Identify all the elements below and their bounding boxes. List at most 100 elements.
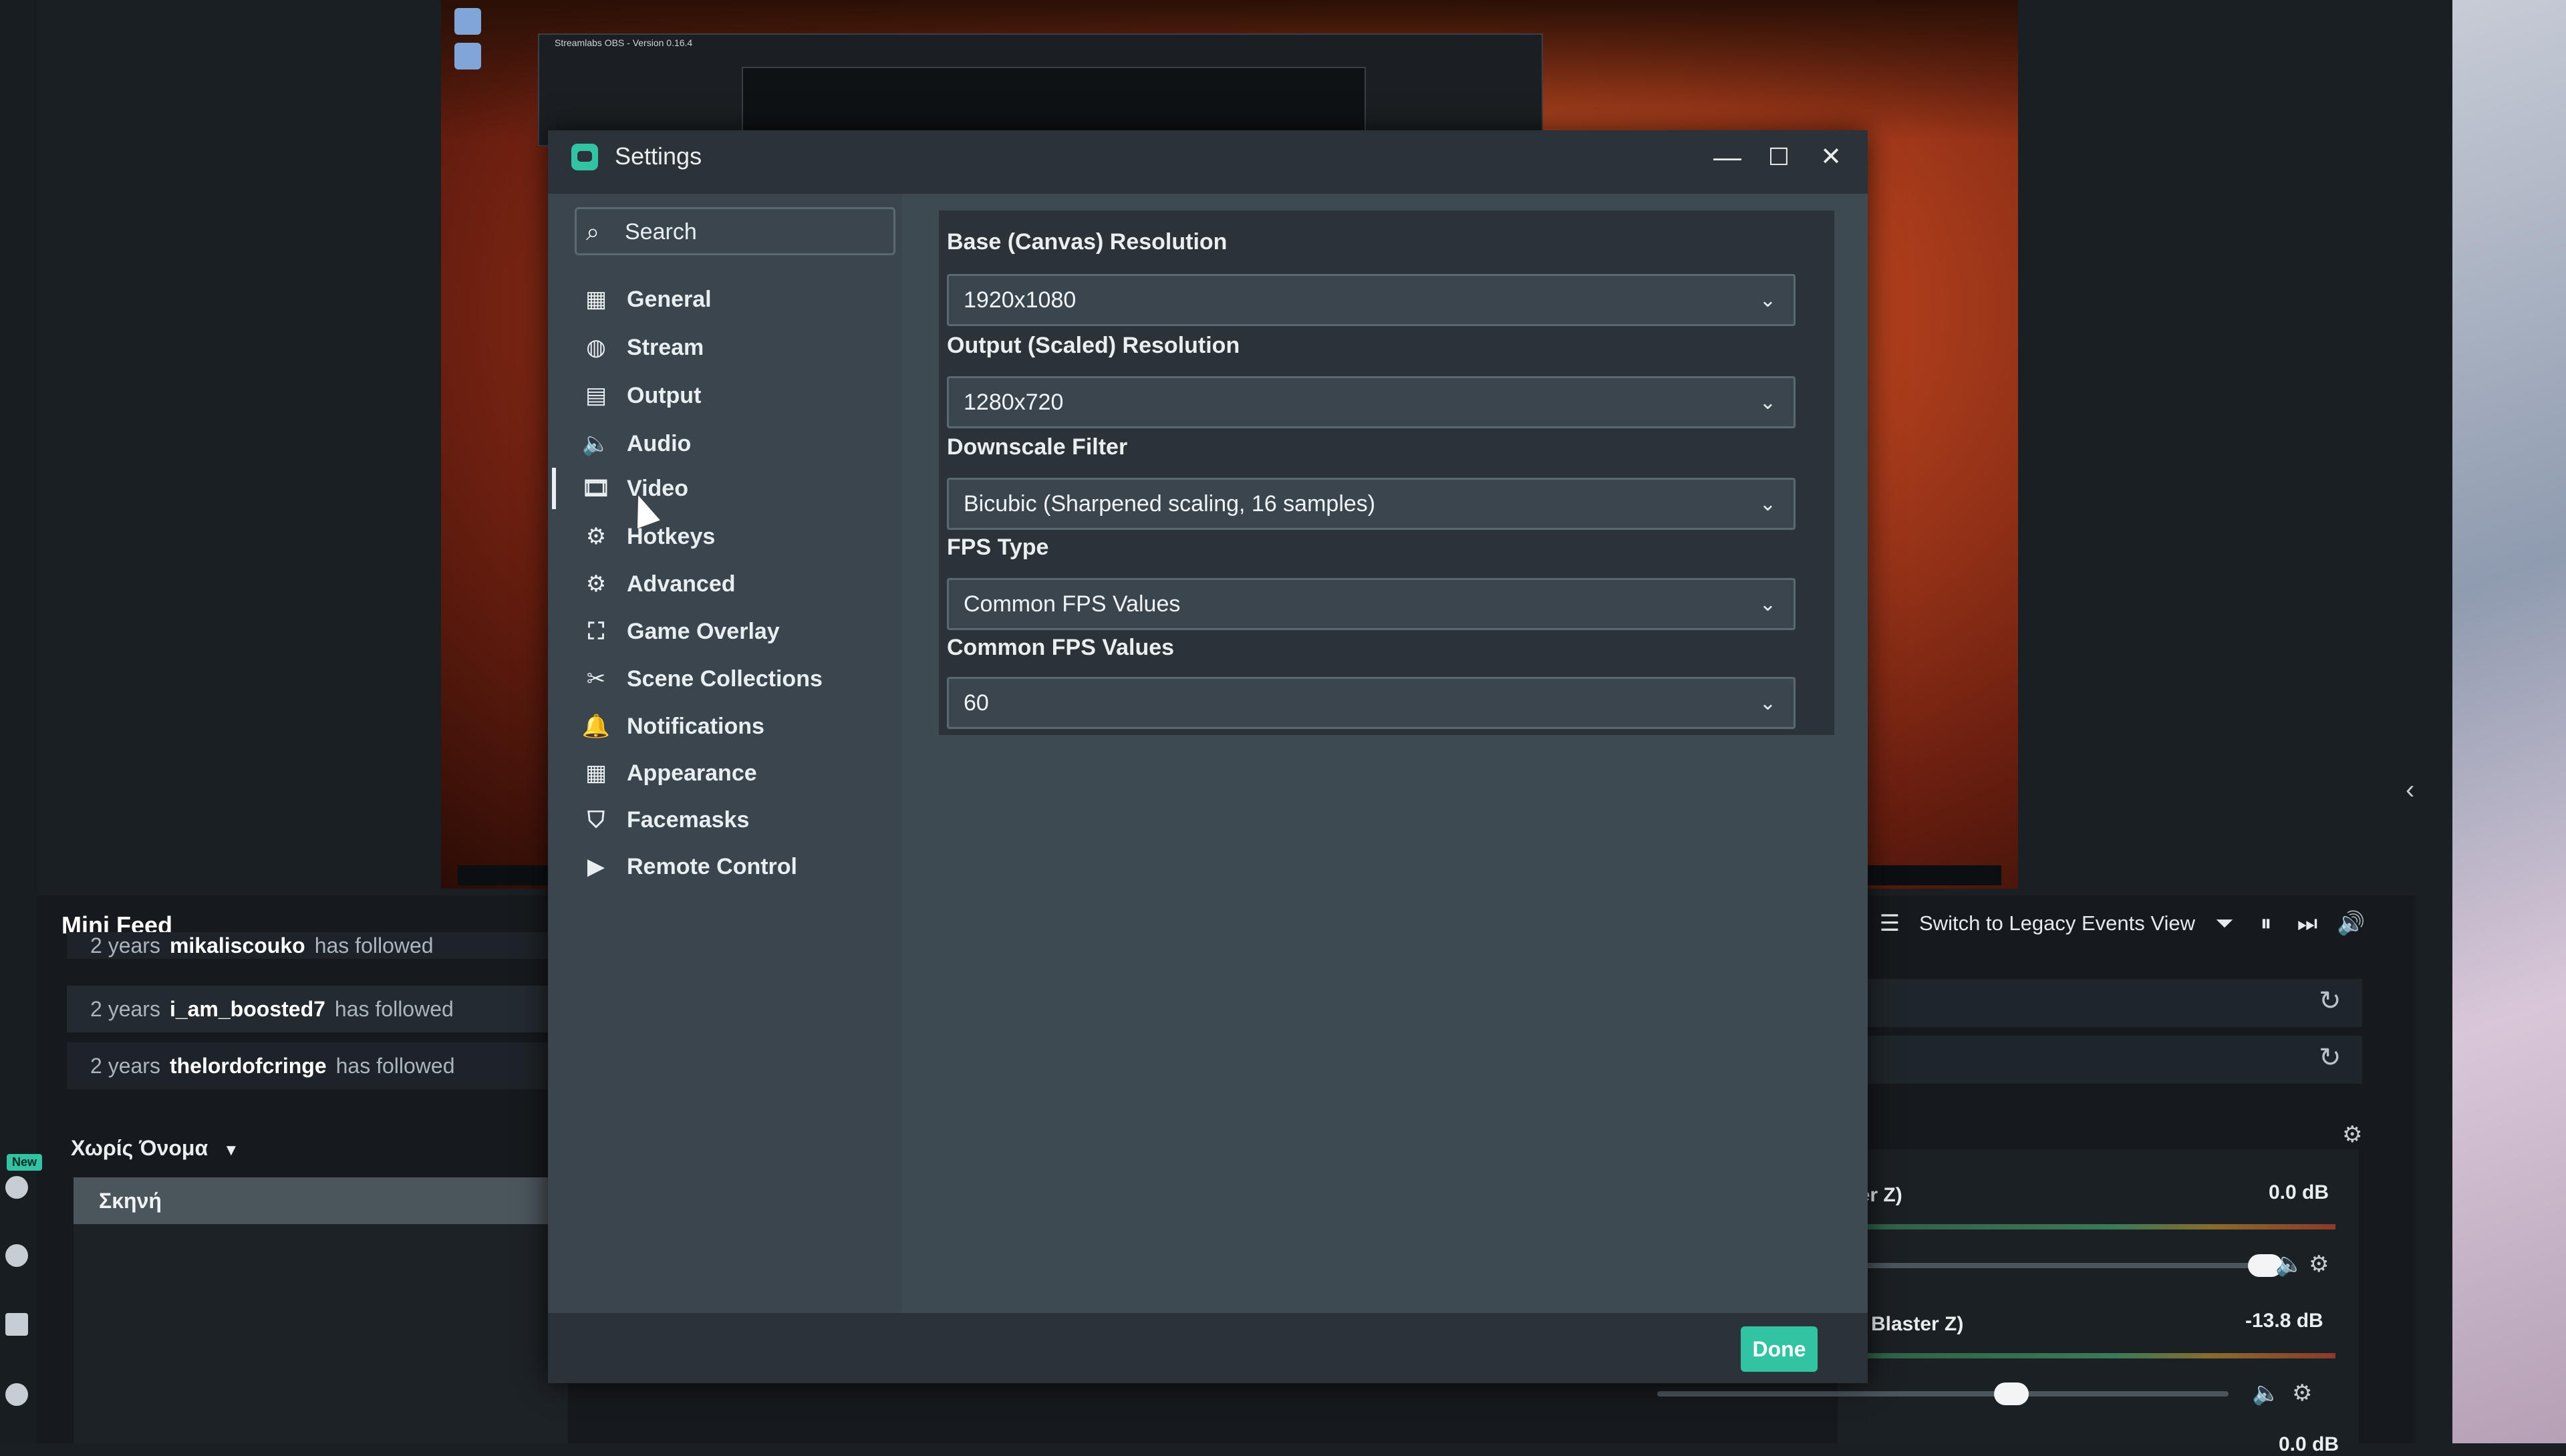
- pause-icon[interactable]: ⏸: [2254, 911, 2278, 935]
- desktop-icon: [454, 8, 481, 35]
- nav-label: General: [627, 286, 712, 312]
- mixer-db: 0.0 dB: [2279, 1433, 2339, 1455]
- nav-label: Game Overlay: [627, 618, 780, 644]
- new-badge: New: [7, 1154, 43, 1171]
- nav-item-facemasks[interactable]: ⛉ Facemasks: [583, 799, 890, 841]
- base-resolution-label: Base (Canvas) Resolution: [947, 229, 1228, 255]
- nav-item-game-overlay[interactable]: ⛶ Game Overlay: [583, 611, 890, 652]
- nav-item-hotkeys[interactable]: ⚙ Hotkeys: [583, 516, 890, 557]
- nav-item-stream[interactable]: ◍ Stream: [583, 327, 890, 368]
- search-icon: ⌕: [586, 218, 600, 245]
- chevron-down-icon: ⌄: [1759, 492, 1776, 515]
- feed-action: has followed: [334, 996, 454, 1021]
- grid-icon: ▦: [585, 760, 607, 786]
- help-icon[interactable]: [5, 1383, 28, 1406]
- stats-icon[interactable]: [5, 1313, 28, 1336]
- fps-type-select[interactable]: Common FPS Values ⌄: [947, 578, 1796, 630]
- gear-icon[interactable]: ⚙: [2342, 1121, 2362, 1148]
- scene-item[interactable]: Σκηνή: [74, 1177, 568, 1224]
- nav-item-scene-collections[interactable]: ✂ Scene Collections: [583, 658, 890, 700]
- gear-icon: ⚙: [585, 524, 607, 549]
- gear-icon[interactable]: ⚙: [2292, 1380, 2312, 1407]
- nav-item-output[interactable]: ▤ Output: [583, 375, 890, 416]
- nav-item-appearance[interactable]: ▦ Appearance: [583, 752, 890, 794]
- feed-row: 2 years i_am_boosted7 has followed: [67, 986, 565, 1032]
- select-value: Bicubic (Sharpened scaling, 16 samples): [964, 490, 1376, 517]
- chevron-down-icon: ⌄: [1759, 593, 1776, 615]
- desktop-icons: [441, 0, 494, 120]
- scene-collection-selector[interactable]: Χωρίς Όνομα ▼: [71, 1136, 239, 1161]
- chevron-left-icon[interactable]: ‹: [2406, 775, 2414, 805]
- nav-item-audio[interactable]: 🔈 Audio: [582, 423, 890, 464]
- volume-knob[interactable]: [1994, 1382, 2029, 1405]
- select-value: 1920x1080: [964, 287, 1077, 313]
- minimize-button[interactable]: —: [1707, 137, 1747, 177]
- legacy-events-button[interactable]: Switch to Legacy Events View: [1919, 911, 2195, 935]
- select-value: Common FPS Values: [964, 591, 1181, 617]
- search-field[interactable]: ⌕: [575, 207, 895, 255]
- select-value: 1280x720: [964, 389, 1064, 415]
- feed-action: has followed: [335, 1053, 455, 1078]
- chevron-down-icon: ⌄: [1759, 289, 1776, 311]
- mixer-db: 0.0 dB: [2269, 1181, 2329, 1203]
- scene-list: [74, 1224, 568, 1443]
- filter-icon[interactable]: ⏷: [2213, 911, 2237, 935]
- feed-age: 2 years: [90, 1053, 160, 1078]
- speaker-icon[interactable]: 🔈: [2275, 1251, 2303, 1278]
- maximize-button[interactable]: ☐: [1759, 137, 1799, 177]
- grid-icon: ▦: [585, 287, 607, 312]
- gear-icon[interactable]: ⚙: [2309, 1251, 2329, 1278]
- volume-icon[interactable]: 🔊: [2337, 911, 2365, 935]
- settings-titlebar[interactable]: Settings — ☐ ✕: [548, 130, 1868, 194]
- nav-label: Remote Control: [627, 853, 797, 879]
- fps-type-label: FPS Type: [947, 535, 1049, 560]
- desktop-wallpaper: [2452, 0, 2566, 1443]
- common-fps-select[interactable]: 60 ⌄: [947, 677, 1796, 729]
- nested-obs-title: Streamlabs OBS - Version 0.16.4: [555, 37, 693, 48]
- feed-action: has followed: [314, 933, 434, 958]
- close-button[interactable]: ✕: [1811, 137, 1851, 177]
- cloud-icon[interactable]: [5, 1244, 28, 1267]
- nav-item-advanced[interactable]: ⚙ Advanced: [583, 563, 890, 605]
- video-settings-panel: Base (Canvas) Resolution 1920x1080 ⌄ Outp…: [939, 210, 1834, 735]
- mixer-db: -13.8 dB: [2245, 1310, 2323, 1332]
- feed-age: 2 years: [90, 933, 160, 958]
- nav-label: Appearance: [627, 760, 757, 786]
- play-icon: ▶: [587, 854, 605, 879]
- select-value: 60: [964, 690, 989, 716]
- nav-item-remote-control[interactable]: ▶ Remote Control: [583, 846, 890, 887]
- nav-item-general[interactable]: ▦ General: [583, 279, 890, 320]
- feed-user: thelordofcringe: [169, 1053, 327, 1078]
- gears-icon: ⚙: [585, 571, 607, 597]
- refresh-icon[interactable]: ↻: [2319, 986, 2341, 1016]
- refresh-icon[interactable]: ↻: [2319, 1042, 2341, 1073]
- tools-icon: ✂: [586, 666, 606, 692]
- speaker-icon[interactable]: 🔈: [2252, 1380, 2280, 1407]
- globe-icon[interactable]: [5, 1176, 28, 1199]
- volume-slider[interactable]: [1657, 1391, 2229, 1397]
- nav-label: Stream: [627, 334, 704, 360]
- downscale-filter-select[interactable]: Bicubic (Sharpened scaling, 16 samples) ⌄: [947, 478, 1796, 530]
- streamlabs-logo-icon: [571, 144, 598, 170]
- expand-icon: ⛶: [588, 618, 604, 644]
- desktop-icon: [454, 43, 481, 69]
- feed-row-right: ↻: [1848, 979, 2362, 1027]
- output-resolution-select[interactable]: 1280x720 ⌄: [947, 376, 1796, 428]
- skip-icon[interactable]: ⏭: [2295, 911, 2319, 935]
- nav-label: Facemasks: [627, 807, 750, 833]
- downscale-filter-label: Downscale Filter: [947, 434, 1128, 460]
- bell-icon: 🔔: [581, 714, 611, 739]
- base-resolution-select[interactable]: 1920x1080 ⌄: [947, 274, 1796, 326]
- volume-slider[interactable]: [1844, 1263, 2265, 1268]
- nav-label: Notifications: [627, 713, 764, 739]
- scene-collection-name: Χωρίς Όνομα: [71, 1136, 208, 1160]
- chevron-down-icon: ⌄: [1759, 692, 1776, 714]
- search-input[interactable]: [623, 213, 887, 251]
- nav-label: Audio: [627, 430, 692, 456]
- feed-user: mikaliscouko: [169, 933, 305, 958]
- done-button[interactable]: Done: [1741, 1326, 1818, 1372]
- nav-item-notifications[interactable]: 🔔 Notifications: [581, 706, 890, 747]
- volume-meter: [1844, 1353, 2335, 1358]
- mini-feed-toolbar: ☰ Switch to Legacy Events View ⏷ ⏸ ⏭ 🔊: [1878, 903, 2366, 943]
- feed-user: i_am_boosted7: [169, 996, 325, 1021]
